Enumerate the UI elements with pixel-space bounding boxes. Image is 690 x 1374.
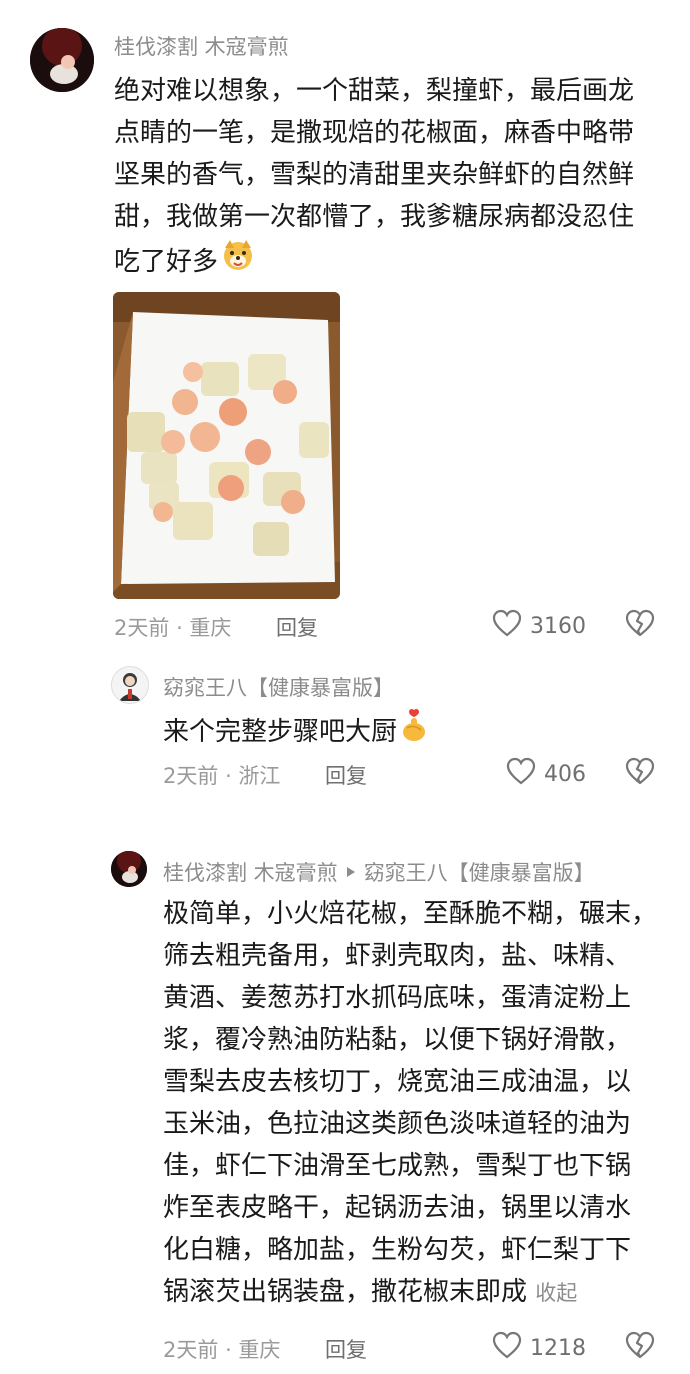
reply-arrow-icon bbox=[344, 860, 358, 884]
avatar-image bbox=[30, 28, 94, 92]
like-button[interactable]: 1218 bbox=[492, 1331, 586, 1365]
comment-line: 绝对难以想象，一个甜菜，梨撞虾，最后画龙 bbox=[114, 76, 635, 106]
broken-heart-icon[interactable] bbox=[625, 757, 655, 789]
broken-heart-icon[interactable] bbox=[625, 1331, 655, 1363]
comment-username[interactable]: 桂伐漆割 木寇膏煎 bbox=[114, 31, 289, 61]
meta-separator: · bbox=[225, 1338, 239, 1362]
broken-heart-icon[interactable] bbox=[625, 609, 655, 641]
comment-body: 极简单，小火焙花椒，至酥脆不糊，碾末， 筛去粗壳备用，虾剥壳取肉，盐、味精、 黄… bbox=[163, 893, 683, 1314]
comment-body: 绝对难以想象，一个甜菜，梨撞虾，最后画龙 点睛的一笔，是撒现焙的花椒面，麻香中略… bbox=[114, 70, 674, 285]
heart-icon bbox=[506, 757, 536, 791]
comment-line: 甜，我做第一次都懵了，我爹糖尿病都没忍住 bbox=[114, 202, 635, 232]
comment-line: 雪梨去皮去核切丁，烧宽油三成油温，以 bbox=[163, 1067, 632, 1097]
comment-line: 玉米油，色拉油这类颜色淡味道轻的油为 bbox=[163, 1109, 632, 1139]
comment-text: 来个完整步骤吧大厨 bbox=[163, 716, 398, 747]
like-count: 406 bbox=[544, 761, 586, 787]
comment-photo[interactable] bbox=[113, 292, 340, 599]
comment-meta: 2天前 · 重庆 bbox=[163, 1334, 280, 1364]
like-count: 3160 bbox=[530, 613, 586, 639]
comment-time: 2天前 bbox=[163, 764, 219, 788]
comment-line: 坚果的香气，雪梨的清甜里夹杂鲜虾的自然鲜 bbox=[114, 160, 635, 190]
comment-line: 佳，虾仁下油滑至七成熟，雪梨丁也下锅 bbox=[163, 1151, 632, 1181]
like-button[interactable]: 406 bbox=[506, 757, 586, 791]
reply-button[interactable]: 回复 bbox=[325, 1334, 367, 1364]
finger-heart-icon bbox=[399, 708, 429, 755]
comment-line: 黄酒、姜葱苏打水抓码底味，蛋清淀粉上 bbox=[163, 983, 632, 1013]
reply-to-username[interactable]: 窈窕王八【健康暴富版】 bbox=[364, 857, 595, 887]
comment-body: 来个完整步骤吧大厨 bbox=[163, 708, 429, 755]
avatar-image bbox=[112, 667, 148, 703]
comment-line: 极简单，小火焙花椒，至酥脆不糊，碾末， bbox=[163, 899, 658, 929]
comment-line: 炸至表皮略干，起锅沥去油，锅里以清水 bbox=[163, 1193, 632, 1223]
comment-location: 重庆 bbox=[238, 1338, 281, 1362]
comment-time: 2天前 bbox=[114, 616, 170, 640]
comment-line: 化白糖，略加盐，生粉勾芡，虾仁梨丁下 bbox=[163, 1235, 632, 1265]
like-button[interactable]: 3160 bbox=[492, 609, 586, 643]
comment-meta: 2天前 · 浙江 bbox=[163, 760, 280, 790]
heart-icon bbox=[492, 1331, 522, 1365]
comment-line: 浆，覆冷熟油防粘黏，以便下锅好滑散， bbox=[163, 1025, 632, 1055]
meta-separator: · bbox=[225, 764, 239, 788]
reply-button[interactable]: 回复 bbox=[276, 612, 318, 642]
comment-line: 锅滚芡出锅装盘，撒花椒末即成 bbox=[163, 1277, 528, 1307]
heart-icon bbox=[492, 609, 522, 643]
comment-line: 筛去粗壳备用，虾剥壳取肉，盐、味精、 bbox=[163, 941, 632, 971]
food-photo-image bbox=[113, 292, 340, 599]
reply-header: 桂伐漆割 木寇膏煎 窈窕王八【健康暴富版】 bbox=[163, 857, 595, 887]
avatar[interactable] bbox=[30, 28, 94, 92]
comment-meta: 2天前 · 重庆 bbox=[114, 612, 231, 642]
avatar[interactable] bbox=[111, 851, 147, 887]
like-count: 1218 bbox=[530, 1335, 586, 1361]
comment-location: 浙江 bbox=[238, 764, 281, 788]
comment-location: 重庆 bbox=[189, 616, 232, 640]
comment-line-last: 锅滚芡出锅装盘，撒花椒末即成 收起 bbox=[163, 1271, 683, 1314]
comment-time: 2天前 bbox=[163, 1338, 219, 1362]
avatar[interactable] bbox=[111, 666, 149, 704]
meta-separator: · bbox=[176, 616, 190, 640]
comment-username[interactable]: 窈窕王八【健康暴富版】 bbox=[163, 672, 394, 702]
comment-line: 吃了好多 bbox=[114, 246, 219, 277]
comment-line: 点睛的一笔，是撒现焙的花椒面，麻香中略带 bbox=[114, 118, 635, 148]
comment-username[interactable]: 桂伐漆割 木寇膏煎 bbox=[163, 857, 338, 887]
dog-face-icon bbox=[220, 238, 256, 285]
collapse-button[interactable]: 收起 bbox=[535, 1281, 577, 1305]
reply-button[interactable]: 回复 bbox=[325, 760, 367, 790]
avatar-image bbox=[111, 851, 147, 887]
comment-line-last: 吃了好多 bbox=[114, 238, 674, 285]
